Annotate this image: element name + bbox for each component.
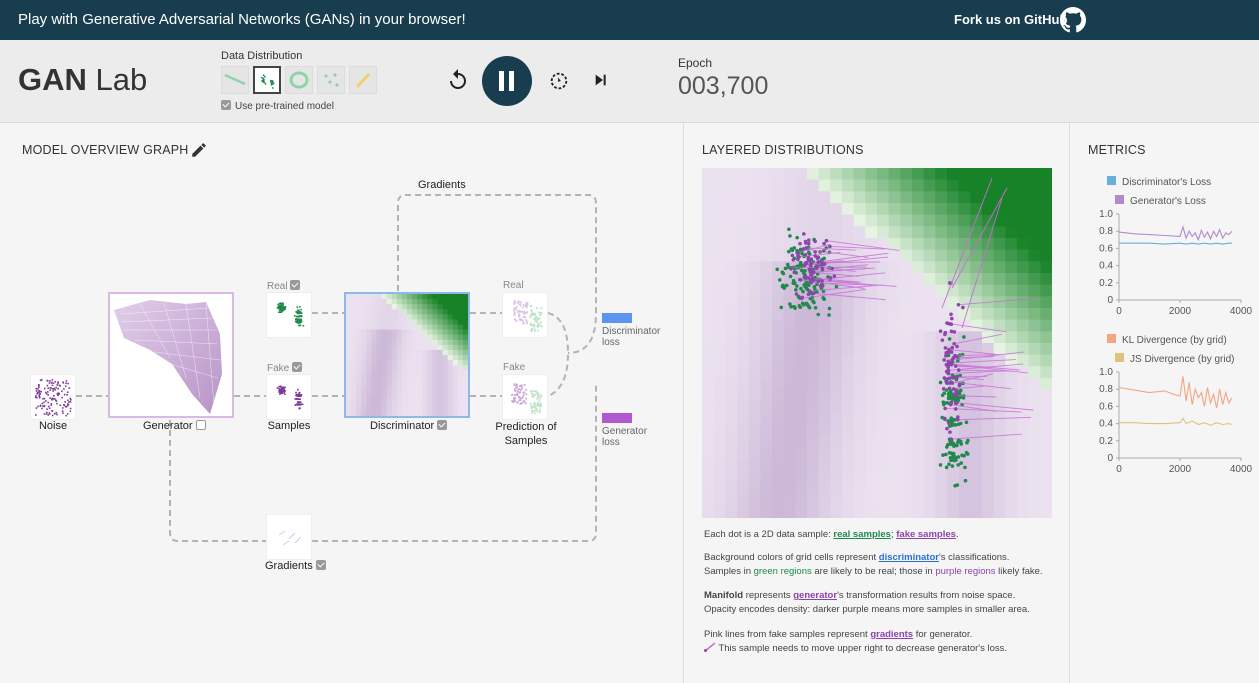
legend-swatch (1115, 195, 1124, 204)
reset-icon[interactable] (446, 68, 470, 92)
fake-samples-link[interactable]: fake samples (896, 529, 956, 540)
noise-node[interactable] (30, 374, 76, 420)
x-tick-label: 2000 (1169, 306, 1192, 317)
dist-scattered[interactable] (317, 66, 345, 94)
x-tick-label: 2000 (1169, 464, 1192, 475)
pred-fake-label: Fake (503, 362, 526, 373)
desc-manifold: Manifold represents generator's transfor… (704, 590, 1016, 601)
y-tick-label: 0.6 (1099, 401, 1113, 412)
real-samples-node[interactable] (266, 292, 312, 338)
prediction-label: Prediction of Samples (495, 421, 557, 447)
desc-example: This sample needs to move upper right to… (704, 642, 1007, 656)
legend-label: Generator's Loss (1130, 196, 1206, 207)
y-tick-label: 0.2 (1099, 436, 1113, 447)
epoch-label: Epoch (678, 56, 713, 70)
panel-divider (683, 123, 684, 683)
app-logo: GAN Lab (18, 62, 148, 97)
desc-regions: Samples in green regions are likely to b… (704, 566, 1043, 577)
y-tick-label: 0.8 (1099, 384, 1113, 395)
generator-node[interactable] (108, 292, 234, 418)
gen-loss-label: Generator loss (602, 426, 648, 448)
legend-label: KL Divergence (by grid) (1122, 335, 1227, 346)
divergence-chart: KL Divergence (by grid) JS Divergence (by… (1099, 334, 1253, 475)
discriminator-checkbox[interactable] (437, 420, 448, 430)
series-line (1118, 376, 1233, 409)
x-tick-label: 0 (1116, 464, 1122, 475)
loss-chart: Discriminator's Loss Generator's Loss 1.0 0… (1099, 176, 1253, 317)
desc-opacity: Opacity encodes density: darker purple m… (704, 604, 1030, 615)
fake-samples-label: Fake (267, 362, 306, 374)
layered-distribution-canvas[interactable] (702, 168, 1052, 518)
legend-label: JS Divergence (by grid) (1130, 354, 1234, 365)
real-samples-label: Real (267, 280, 304, 292)
pred-real-label: Real (503, 280, 524, 291)
generator-checkbox[interactable] (195, 420, 206, 430)
samples-label: Samples (267, 420, 311, 432)
desc-gradients: Pink lines from fake samples represent g… (704, 629, 973, 640)
legend-swatch (1107, 334, 1116, 343)
dist-line[interactable] (221, 66, 249, 94)
y-tick-label: 0.4 (1099, 419, 1113, 430)
slow-motion-icon[interactable] (548, 70, 570, 92)
fake-samples-node[interactable] (266, 374, 312, 420)
y-tick-label: 1.0 (1099, 367, 1113, 378)
dist-two-clusters[interactable] (253, 66, 281, 94)
pred-real-node[interactable] (502, 292, 548, 338)
step-icon[interactable] (593, 72, 609, 88)
page-title: Play with Generative Adversarial Network… (18, 11, 466, 28)
disc-loss-swatch (602, 313, 632, 323)
noise-label: Noise (38, 420, 68, 432)
gradients-bottom-label: Gradients (265, 560, 330, 572)
generator-label: Generator (143, 420, 210, 432)
desc-background: Background colors of grid cells represen… (704, 552, 1010, 563)
discriminator-label: Discriminator (370, 420, 451, 432)
pause-button[interactable] (482, 56, 532, 106)
pretrained-option[interactable]: Use pre-trained model (221, 100, 334, 112)
epoch-value: 003,700 (678, 72, 769, 100)
dist-draw-custom[interactable] (349, 66, 377, 94)
y-tick-label: 0 (1107, 295, 1113, 306)
y-tick-label: 0.2 (1099, 278, 1113, 289)
series-line (1119, 417, 1233, 426)
gradients-checkbox[interactable] (315, 560, 326, 570)
control-bar: GAN Lab Data Distribution Use pre-traine… (0, 40, 1259, 123)
discriminator-link[interactable]: discriminator (879, 552, 939, 563)
gradient-line-icon (704, 642, 716, 652)
github-icon[interactable] (1060, 7, 1086, 33)
graph-connections (76, 194, 597, 542)
x-tick-label: 4000 (1230, 464, 1253, 475)
gradients-top-label: Gradients (418, 179, 466, 191)
y-tick-label: 0 (1107, 453, 1113, 464)
real-samples-link[interactable]: real samples (833, 529, 891, 540)
pred-fake-node[interactable] (502, 374, 548, 420)
desc-samples: Each dot is a 2D data sample: real sampl… (704, 529, 959, 540)
y-tick-label: 1.0 (1099, 209, 1113, 220)
x-tick-label: 4000 (1230, 306, 1253, 317)
gen-loss-swatch (602, 413, 632, 423)
gradients-link[interactable]: gradients (870, 629, 913, 640)
panel-divider (1069, 123, 1070, 683)
top-bar: Play with Generative Adversarial Network… (0, 0, 1259, 40)
fork-github-link[interactable]: Fork us on GitHub (954, 12, 1067, 27)
metrics-title: METRICS (1088, 143, 1146, 157)
real-samples-checkbox[interactable] (290, 280, 301, 290)
layered-title: LAYERED DISTRIBUTIONS (702, 143, 864, 157)
y-tick-label: 0.6 (1099, 243, 1113, 254)
generator-link[interactable]: generator (793, 590, 837, 601)
gradients-node[interactable] (266, 514, 312, 560)
discriminator-node[interactable] (344, 292, 470, 418)
data-distribution-label: Data Distribution (221, 50, 303, 62)
series-line (1119, 242, 1232, 245)
y-tick-label: 0.4 (1099, 261, 1113, 272)
disc-loss-label: Discriminator loss (602, 326, 661, 348)
legend-label: Discriminator's Loss (1122, 177, 1211, 188)
x-tick-label: 0 (1116, 306, 1122, 317)
y-tick-label: 0.8 (1099, 226, 1113, 237)
legend-swatch (1107, 176, 1116, 185)
dist-ring[interactable] (285, 66, 313, 94)
legend-swatch (1115, 353, 1124, 362)
series-line (1118, 224, 1233, 242)
pretrained-checkbox[interactable] (221, 100, 231, 110)
fake-samples-checkbox[interactable] (292, 362, 303, 372)
